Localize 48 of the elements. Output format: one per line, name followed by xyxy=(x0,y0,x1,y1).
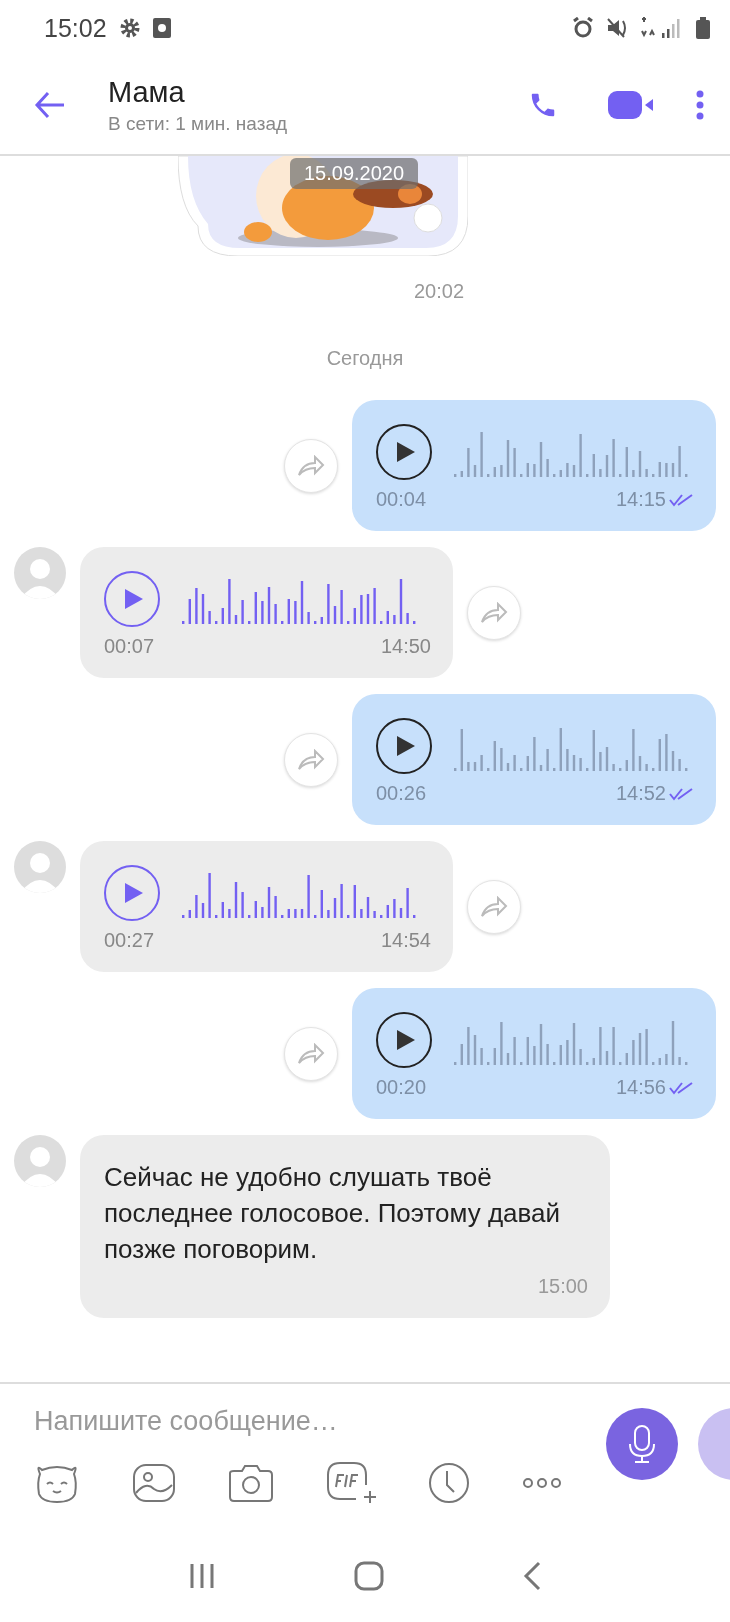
status-time: 15:02 xyxy=(44,13,107,43)
forward-icon xyxy=(297,454,325,477)
forward-icon xyxy=(480,895,508,918)
voice-duration: 00:27 xyxy=(104,929,155,952)
avatar xyxy=(14,547,66,599)
play-icon xyxy=(395,1028,417,1052)
clock-icon[interactable] xyxy=(428,1462,470,1504)
camera-icon[interactable] xyxy=(228,1463,274,1503)
voice-duration: 00:20 xyxy=(376,1076,427,1099)
play-icon xyxy=(395,734,417,758)
date-badge: 15.09.2020 xyxy=(290,158,419,189)
play-button[interactable] xyxy=(376,424,432,480)
forward-icon xyxy=(297,1042,325,1065)
mute-icon xyxy=(606,17,628,39)
play-icon xyxy=(123,881,145,905)
message-time: 14:50 xyxy=(380,635,431,658)
clock-square-icon xyxy=(152,18,171,38)
message-time: 14:56 xyxy=(615,1076,694,1099)
back-nav-icon[interactable] xyxy=(522,1561,541,1591)
voice-duration: 00:26 xyxy=(376,782,427,805)
play-icon xyxy=(123,587,145,611)
forward-icon xyxy=(297,748,325,771)
alarm-icon xyxy=(572,17,594,39)
home-icon[interactable] xyxy=(354,1561,384,1591)
message-time: 14:54 xyxy=(380,929,431,952)
microphone-icon xyxy=(627,1424,657,1464)
voice-duration: 00:07 xyxy=(104,635,155,658)
message-text: Сейчас не удобно слушать твоё последнее голосовое. Поэтому давай позже поговорим. xyxy=(104,1161,562,1266)
play-button[interactable] xyxy=(376,1012,432,1068)
battery-icon xyxy=(696,17,710,39)
play-icon xyxy=(395,440,417,464)
gif-plus-icon[interactable] xyxy=(326,1461,376,1505)
avatar xyxy=(14,1135,66,1187)
message-time: 14:15 xyxy=(615,488,694,511)
message-time: 20:02 xyxy=(414,280,465,303)
last-seen-status: В сети: 1 мин. назад xyxy=(108,112,288,135)
day-divider: Сегодня xyxy=(326,347,404,370)
gear-icon xyxy=(118,17,141,39)
avatar xyxy=(14,841,66,893)
play-button[interactable] xyxy=(376,718,432,774)
recent-apps-icon[interactable] xyxy=(189,1563,216,1589)
forward-icon xyxy=(480,601,508,624)
more-icon[interactable] xyxy=(522,1477,562,1489)
message-time: 14:52 xyxy=(615,782,694,805)
voice-duration: 00:04 xyxy=(376,488,427,511)
contact-name: Мама xyxy=(108,75,186,109)
message-time: 15:00 xyxy=(537,1275,588,1298)
gallery-icon[interactable] xyxy=(132,1463,176,1503)
